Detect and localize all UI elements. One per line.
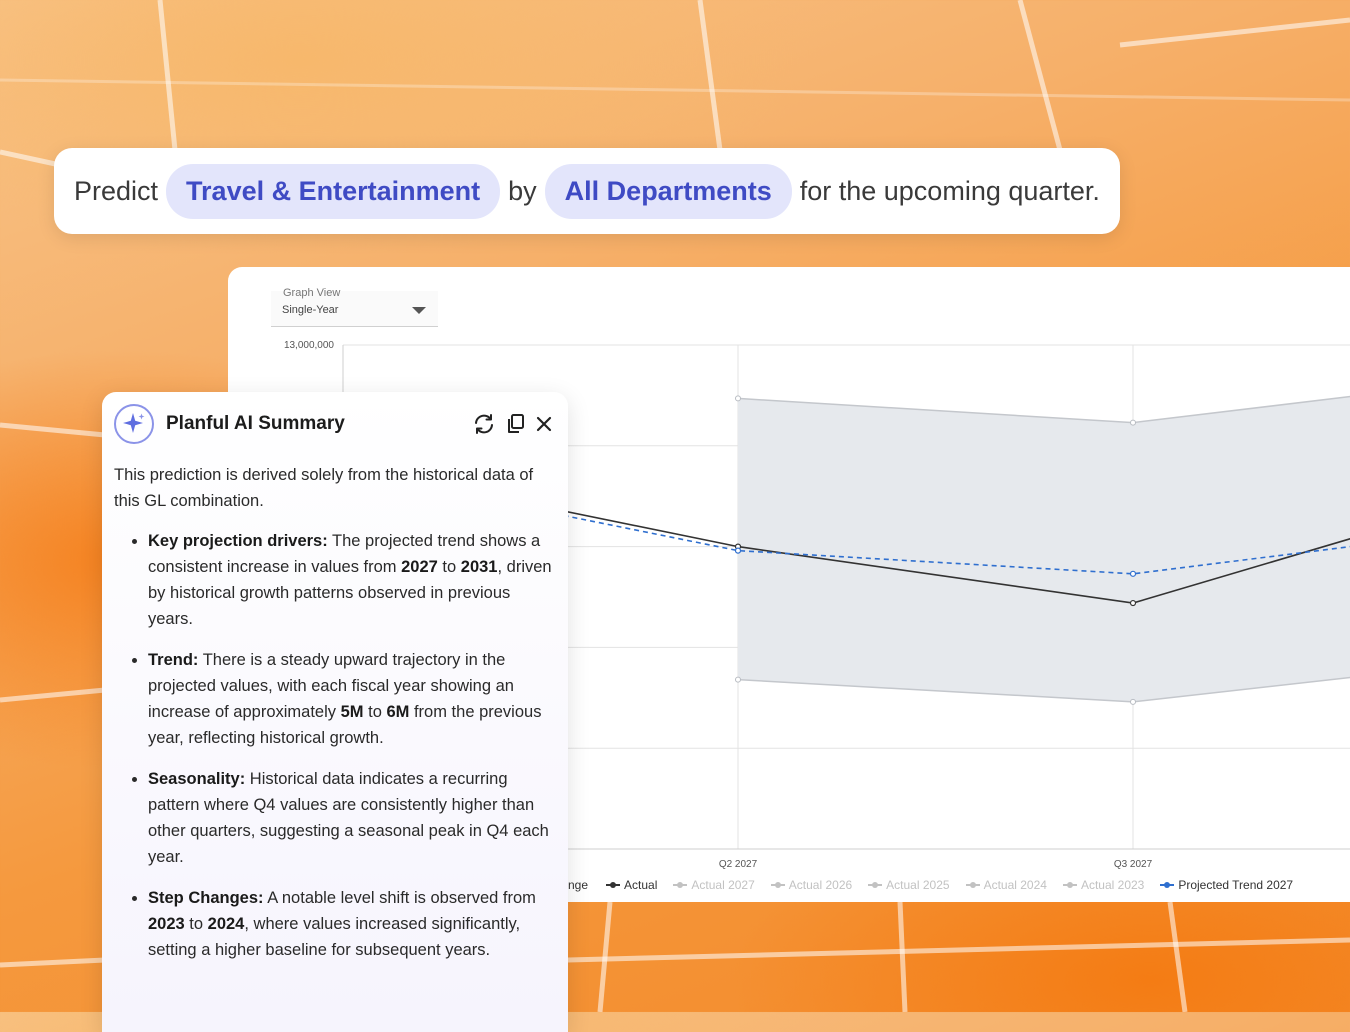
refresh-icon[interactable] [472,412,496,436]
prompt-word-by: by [508,175,537,206]
bullet-text: to [363,703,387,721]
legend-item[interactable]: Actual 2023 [1062,878,1145,892]
legend-label: Projected Trend 2027 [1178,878,1294,892]
graph-view-label: Graph View [283,287,341,299]
legend-marker-icon [1160,880,1175,890]
bullet-emphasis: 2031 [460,558,498,576]
prompt-bar: Predict Travel & Entertainment by All De… [54,148,1120,234]
ai-summary-body: This prediction is derived solely from t… [114,462,559,978]
legend-item[interactable]: Actual 2024 [965,878,1047,892]
legend-marker-icon [770,880,785,890]
data-point [734,547,742,554]
bullet-emphasis: Step Changes: [148,889,264,907]
legend-marker-icon [673,880,688,890]
chart-legend: nge Actual Actual 2027 Actual 2026 Actual 20… [568,878,1309,892]
legend-label: Actual 2025 [886,878,950,892]
y-tick-label: 13,000,000 [284,340,334,351]
data-point [1129,599,1137,607]
legend-item[interactable]: nge [568,878,588,892]
prompt-word-predict: Predict [74,175,159,206]
legend-label: Actual 2023 [1080,878,1145,892]
legend-item[interactable]: Actual 2025 [868,878,950,892]
range-upper-line-point [735,395,741,402]
range-band [738,396,1350,702]
legend-label: nge [568,878,589,892]
bullet-emphasis: Trend: [148,651,199,669]
bullet-emphasis: 2023 [148,915,185,933]
legend-marker-icon [868,880,883,890]
x-tick-label: Q3 2027 [1114,859,1153,870]
legend-item[interactable]: Actual 2026 [770,878,853,892]
bullet-emphasis: 2027 [401,558,438,576]
legend-label: Actual 2024 [983,878,1047,892]
bullet-text: A notable level shift is observed from [263,889,536,907]
ai-summary-bullets: Key projection drivers: The projected tr… [114,528,559,963]
legend-label: Actual 2027 [691,878,755,892]
bullet-emphasis: 2024 [207,915,245,933]
legend-item[interactable]: Actual 2027 [673,878,755,892]
chevron-down-icon [412,307,426,314]
data-point [1129,570,1137,577]
copy-icon[interactable] [504,412,528,436]
ai-summary-bullet: Key projection drivers: The projected tr… [148,528,559,632]
department-chip[interactable]: All Departments [544,163,792,219]
ai-panel-title: Planful AI Summary [166,413,345,434]
account-chip[interactable]: Travel & Entertainment [166,163,501,219]
ai-summary-bullet: Seasonality: Historical data indicates a… [148,766,559,870]
bullet-emphasis: Key projection drivers: [148,532,328,550]
legend-item[interactable]: Actual [606,878,657,892]
bullet-emphasis: 6M [386,703,410,721]
ai-summary-bullet: Step Changes: A notable level shift is o… [148,885,559,963]
bullet-text: to [184,915,208,933]
ai-summary-intro: This prediction is derived solely from t… [114,466,534,510]
legend-label: Actual [624,878,658,892]
x-tick-label: Q2 2027 [719,859,758,870]
legend-marker-icon [965,880,980,890]
bullet-emphasis: 5M [340,703,364,721]
ai-summary-panel: Planful AI Summary This prediction is de… [102,392,568,1032]
legend-marker-icon [606,880,621,890]
graph-view-select[interactable]: Graph View Single-Year [271,287,438,327]
prompt-word-suffix: for the upcoming quarter. [799,175,1100,206]
range-lower-line-point [1130,698,1136,705]
close-icon[interactable] [532,412,556,436]
legend-label: Actual 2026 [788,878,853,892]
legend-marker-icon [1062,880,1077,890]
range-lower-line-point [735,676,741,683]
graph-view-value: Single-Year [282,304,339,316]
bullet-emphasis: Seasonality: [148,770,246,788]
range-upper-line-point [1130,419,1136,426]
bullet-text: to [437,558,461,576]
legend-item[interactable]: Projected Trend 2027 [1160,878,1293,892]
ai-summary-bullet: Trend: There is a steady upward trajecto… [148,647,559,751]
sparkle-icon [114,404,154,444]
